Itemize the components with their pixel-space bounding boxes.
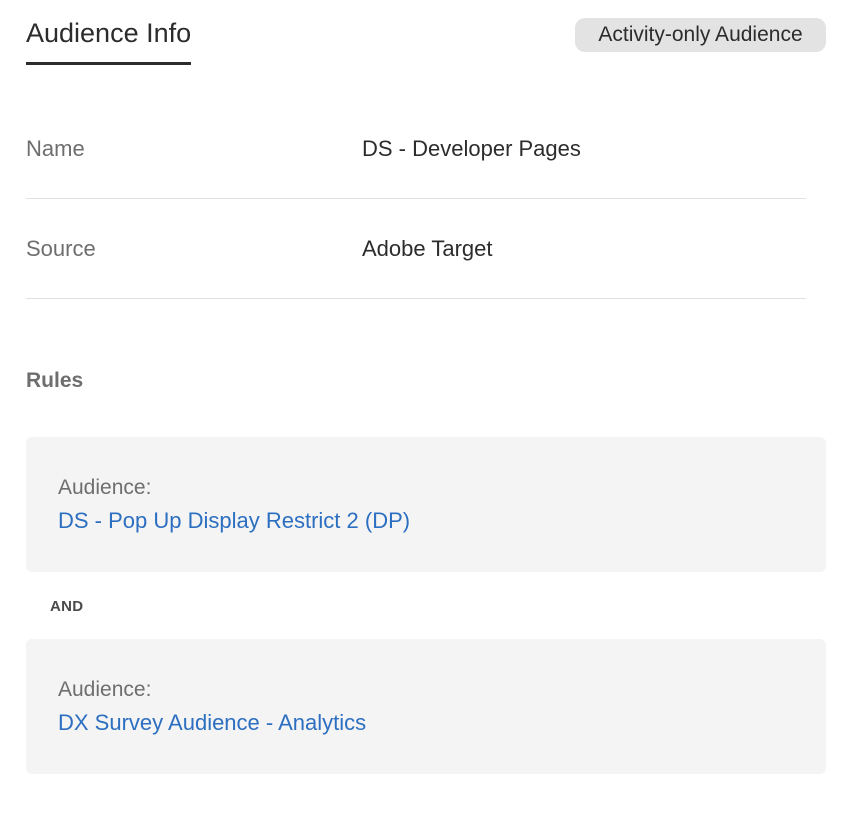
- name-label: Name: [26, 136, 85, 161]
- name-value: DS - Developer Pages: [362, 136, 581, 161]
- rule-audience-label: Audience:: [58, 476, 152, 499]
- rules-heading: Rules: [26, 369, 84, 392]
- detail-row-source: Source Adobe Target: [26, 199, 806, 299]
- rule-audience-label: Audience:: [58, 678, 152, 701]
- rule-operator-and: AND: [50, 598, 84, 615]
- rule-audience-link[interactable]: DX Survey Audience - Analytics: [58, 705, 366, 741]
- tab-audience-info[interactable]: Audience Info: [26, 16, 192, 65]
- rule-card: Audience: DS - Pop Up Display Restrict 2…: [26, 437, 826, 572]
- activity-only-audience-badge: Activity-only Audience: [575, 18, 826, 52]
- source-label: Source: [26, 236, 96, 261]
- rule-audience-link[interactable]: DS - Pop Up Display Restrict 2 (DP): [58, 503, 410, 539]
- source-value: Adobe Target: [362, 236, 493, 261]
- detail-row-name: Name DS - Developer Pages: [26, 99, 806, 199]
- rule-card: Audience: DX Survey Audience - Analytics: [26, 639, 826, 774]
